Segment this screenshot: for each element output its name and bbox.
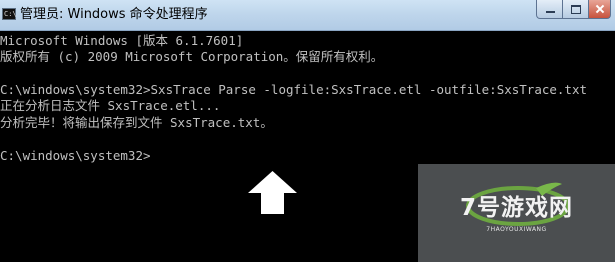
close-button[interactable] bbox=[589, 0, 611, 19]
console-app-icon[interactable]: C:\ bbox=[2, 8, 17, 20]
maximize-button[interactable] bbox=[563, 0, 589, 19]
watermark-text: 7号游戏网 bbox=[459, 195, 573, 221]
console-line-complete: 分析完毕！将输出保存到文件 SxsTrace.txt。 bbox=[0, 115, 273, 130]
window-controls bbox=[536, 0, 611, 19]
console-line-copyright: 版权所有 (c) 2009 Microsoft Corporation。保留所有… bbox=[0, 49, 384, 64]
window-title: 管理员: Windows 命令处理程序 bbox=[20, 7, 208, 22]
console-prompt: C:\windows\system32> bbox=[0, 148, 151, 163]
up-arrow-icon bbox=[248, 171, 297, 214]
minimize-button[interactable] bbox=[536, 0, 563, 19]
console-icon-label: C:\ bbox=[4, 10, 17, 18]
title-bar[interactable]: C:\ 管理员: Windows 命令处理程序 bbox=[0, 0, 615, 31]
watermark: 7号游戏网 7HAOYOUXIWANG bbox=[418, 164, 615, 262]
watermark-subtext: 7HAOYOUXIWANG bbox=[486, 226, 547, 233]
console-line-parsing: 正在分析日志文件 SxsTrace.etl... bbox=[0, 98, 221, 113]
cmd-window: C:\ 管理员: Windows 命令处理程序 Microsoft Window… bbox=[0, 0, 615, 262]
